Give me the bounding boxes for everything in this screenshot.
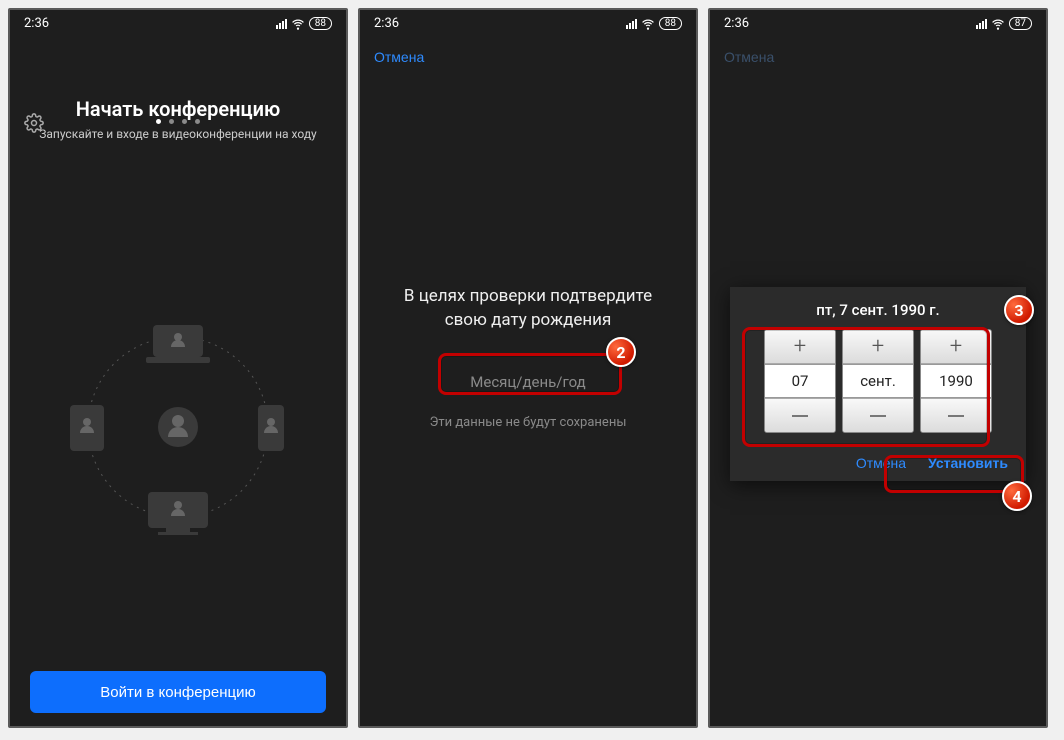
callout-bubble-4: 4 (1002, 481, 1032, 511)
wifi-icon (641, 17, 655, 31)
status-icons: 87 (976, 17, 1032, 31)
status-time: 2:36 (374, 16, 399, 31)
verify-text: В целях проверки подтвердите свою дату р… (360, 285, 696, 333)
phone-screen-welcome: 2:36 88 Начать конференцию Запускайте и … (8, 8, 348, 728)
page-title: Начать конференцию (10, 97, 346, 121)
signal-icon (626, 19, 637, 29)
conference-diagram-icon (48, 297, 308, 557)
status-time: 2:36 (24, 16, 49, 31)
status-icons: 88 (626, 17, 682, 31)
callout-box-4 (884, 455, 1024, 493)
battery-indicator: 88 (659, 17, 682, 30)
status-bar: 2:36 87 (710, 10, 1046, 37)
signal-icon (276, 19, 287, 29)
join-conference-button[interactable]: Войти в конференцию (30, 671, 326, 713)
wifi-icon (991, 17, 1005, 31)
callout-bubble-2: 2 (606, 337, 636, 367)
cancel-button[interactable]: Отмена (724, 49, 774, 65)
battery-indicator: 88 (309, 17, 332, 30)
callout-box-3 (742, 327, 990, 447)
date-picker-title: пт, 7 сент. 1990 г. (740, 301, 1016, 319)
phone-screen-birthdate: 2:36 88 Отмена В целях проверки подтверд… (358, 8, 698, 728)
gear-icon[interactable] (24, 113, 44, 137)
page-subtitle: Запускайте и входе в видеоконференции на… (10, 127, 346, 141)
signal-icon (976, 19, 987, 29)
carousel-dots (156, 119, 200, 124)
wifi-icon (291, 17, 305, 31)
callout-bubble-3: 3 (1004, 295, 1034, 325)
status-bar: 2:36 88 (10, 10, 346, 37)
callout-box-2 (438, 353, 622, 395)
cancel-button[interactable]: Отмена (374, 49, 424, 65)
battery-indicator: 87 (1009, 17, 1032, 30)
phone-screen-datepicker: 2:36 87 Отмена пт, 7 сент. 1990 г. + 07 (708, 8, 1048, 728)
status-icons: 88 (276, 17, 332, 31)
privacy-note: Эти данные не будут сохранены (360, 415, 696, 430)
status-time: 2:36 (724, 16, 749, 31)
status-bar: 2:36 88 (360, 10, 696, 37)
